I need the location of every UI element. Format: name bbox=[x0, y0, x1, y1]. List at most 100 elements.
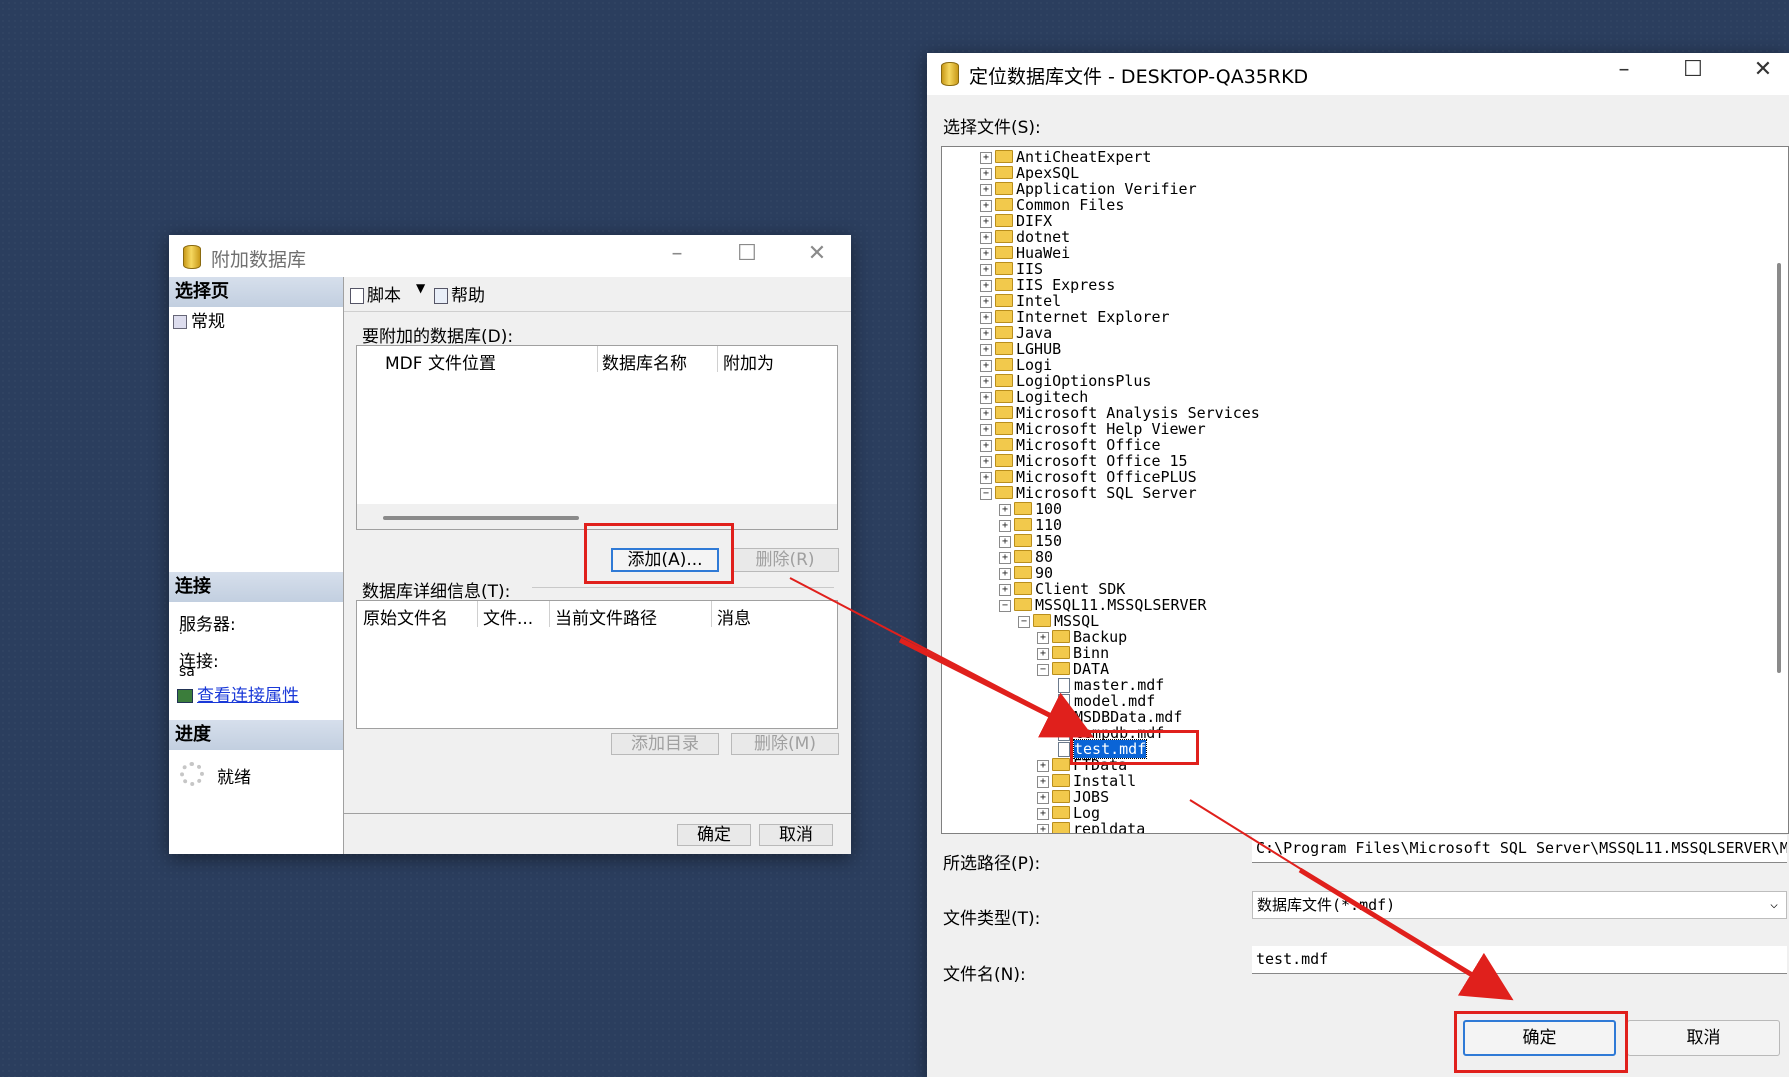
collapse-icon[interactable]: − bbox=[1037, 663, 1049, 676]
tree-folder-item[interactable]: + IIS bbox=[980, 261, 1043, 277]
expand-icon[interactable]: + bbox=[999, 583, 1011, 596]
tree-folder-item[interactable]: + Backup bbox=[1037, 629, 1127, 645]
tree-folder-item[interactable]: + HuaWei bbox=[980, 245, 1070, 261]
ok-button[interactable]: 确定 bbox=[677, 824, 751, 846]
collapse-icon[interactable]: − bbox=[999, 599, 1011, 612]
tree-folder-item[interactable]: + JOBS bbox=[1037, 789, 1109, 805]
expand-icon[interactable]: + bbox=[1037, 823, 1049, 833]
details-grid[interactable]: 原始文件名 文件... 当前文件路径 消息 bbox=[356, 600, 838, 729]
col-original-file-name[interactable]: 原始文件名 bbox=[363, 604, 448, 629]
maximize-icon[interactable]: ☐ bbox=[1673, 57, 1713, 82]
expand-icon[interactable]: + bbox=[980, 375, 992, 388]
script-button[interactable]: 脚本 bbox=[350, 281, 401, 306]
expand-icon[interactable]: + bbox=[980, 247, 992, 260]
expand-icon[interactable]: + bbox=[980, 263, 992, 276]
close-icon[interactable]: ✕ bbox=[797, 241, 837, 266]
attach-db-grid[interactable]: MDF 文件位置 数据库名称 附加为 bbox=[356, 345, 838, 530]
cancel-button[interactable]: 取消 bbox=[759, 824, 833, 846]
tree-folder-item[interactable]: + Microsoft Office bbox=[980, 437, 1161, 453]
tree-folder-item[interactable]: + Logitech bbox=[980, 389, 1088, 405]
remove-m-button[interactable]: 删除(M) bbox=[731, 733, 839, 755]
tree-folder-item[interactable]: + IIS Express bbox=[980, 277, 1115, 293]
scrollbar-thumb[interactable] bbox=[383, 516, 579, 520]
expand-icon[interactable]: + bbox=[980, 151, 992, 164]
tree-folder-item[interactable]: + LogiOptionsPlus bbox=[980, 373, 1151, 389]
script-dropdown-chevron-down-icon[interactable]: ▼ bbox=[416, 281, 425, 295]
expand-icon[interactable]: + bbox=[980, 455, 992, 468]
expand-icon[interactable]: + bbox=[1037, 807, 1049, 820]
expand-icon[interactable]: + bbox=[999, 535, 1011, 548]
tree-folder-item[interactable]: + Microsoft Help Viewer bbox=[980, 421, 1206, 437]
tree-folder-item[interactable]: − Microsoft SQL Server bbox=[980, 485, 1197, 501]
tree-folder-item[interactable]: + ApexSQL bbox=[980, 165, 1079, 181]
tree-folder-item[interactable]: + Java bbox=[980, 325, 1052, 341]
expand-icon[interactable]: + bbox=[980, 343, 992, 356]
help-button[interactable]: 帮助 bbox=[434, 281, 485, 306]
tree-folder-item[interactable]: + Common Files bbox=[980, 197, 1124, 213]
expand-icon[interactable]: + bbox=[1037, 647, 1049, 660]
col-current-file-path[interactable]: 当前文件路径 bbox=[555, 604, 657, 629]
expand-icon[interactable]: + bbox=[980, 199, 992, 212]
expand-icon[interactable]: + bbox=[980, 471, 992, 484]
tree-file-item[interactable]: master.mdf bbox=[1056, 677, 1164, 693]
tree-folder-item[interactable]: + Microsoft Analysis Services bbox=[980, 405, 1260, 421]
expand-icon[interactable]: + bbox=[980, 423, 992, 436]
minimize-icon[interactable]: – bbox=[1604, 57, 1644, 82]
tree-folder-item[interactable]: + Client SDK bbox=[999, 581, 1125, 597]
tree-folder-item[interactable]: + dotnet bbox=[980, 229, 1070, 245]
tree-folder-item[interactable]: + Microsoft OfficePLUS bbox=[980, 469, 1197, 485]
collapse-icon[interactable]: − bbox=[1018, 615, 1030, 628]
expand-icon[interactable]: + bbox=[1037, 631, 1049, 644]
tree-folder-item[interactable]: + repldata bbox=[1037, 821, 1145, 833]
tree-folder-item[interactable]: + Binn bbox=[1037, 645, 1109, 661]
remove-button[interactable]: 删除(R) bbox=[731, 548, 839, 572]
tree-folder-item[interactable]: +110 bbox=[999, 517, 1062, 533]
expand-icon[interactable]: + bbox=[980, 279, 992, 292]
tree-folder-item[interactable]: +150 bbox=[999, 533, 1062, 549]
expand-icon[interactable]: + bbox=[980, 215, 992, 228]
add-catalog-button[interactable]: 添加目录 bbox=[611, 733, 719, 755]
col-file-type[interactable]: 文件... bbox=[483, 604, 533, 629]
expand-icon[interactable]: + bbox=[980, 167, 992, 180]
tree-folder-item[interactable]: − MSSQL bbox=[1018, 613, 1099, 629]
expand-icon[interactable]: + bbox=[980, 183, 992, 196]
expand-icon[interactable]: + bbox=[1037, 759, 1049, 772]
tree-folder-item[interactable]: + Microsoft Office 15 bbox=[980, 453, 1188, 469]
maximize-icon[interactable]: ☐ bbox=[727, 241, 767, 266]
tree-folder-item[interactable]: + Log bbox=[1037, 805, 1100, 821]
tree-folder-item[interactable]: − MSSQL11.MSSQLSERVER bbox=[999, 597, 1207, 613]
expand-icon[interactable]: + bbox=[980, 359, 992, 372]
tree-folder-item[interactable]: +80 bbox=[999, 549, 1053, 565]
tree-folder-item[interactable]: + Application Verifier bbox=[980, 181, 1197, 197]
tree-folder-item[interactable]: + Internet Explorer bbox=[980, 309, 1170, 325]
expand-icon[interactable]: + bbox=[999, 519, 1011, 532]
tree-folder-item[interactable]: − DATA bbox=[1037, 661, 1109, 677]
view-connection-properties-link[interactable]: 查看连接属性 bbox=[177, 681, 299, 706]
locate-cancel-button[interactable]: 取消 bbox=[1627, 1020, 1780, 1056]
expand-icon[interactable]: + bbox=[999, 567, 1011, 580]
expand-icon[interactable]: + bbox=[980, 391, 992, 404]
col-mdf-location[interactable]: MDF 文件位置 bbox=[385, 349, 496, 374]
tree-file-item[interactable]: model.mdf bbox=[1056, 693, 1155, 709]
collapse-icon[interactable]: − bbox=[980, 487, 992, 500]
col-message[interactable]: 消息 bbox=[717, 604, 751, 629]
expand-icon[interactable]: + bbox=[999, 503, 1011, 516]
tree-folder-item[interactable]: + AntiCheatExpert bbox=[980, 149, 1151, 165]
tree-folder-item[interactable]: +100 bbox=[999, 501, 1062, 517]
expand-icon[interactable]: + bbox=[980, 407, 992, 420]
selected-path-field[interactable]: C:\Program Files\Microsoft SQL Server\MS… bbox=[1252, 835, 1787, 863]
tree-folder-item[interactable]: + DIFX bbox=[980, 213, 1052, 229]
col-attach-as[interactable]: 附加为 bbox=[723, 349, 774, 374]
minimize-icon[interactable]: – bbox=[657, 241, 697, 266]
tree-folder-item[interactable]: +90 bbox=[999, 565, 1053, 581]
expand-icon[interactable]: + bbox=[980, 295, 992, 308]
page-general[interactable]: 常规 bbox=[173, 307, 225, 332]
expand-icon[interactable]: + bbox=[999, 551, 1011, 564]
expand-icon[interactable]: + bbox=[980, 439, 992, 452]
expand-icon[interactable]: + bbox=[980, 311, 992, 324]
expand-icon[interactable]: + bbox=[1037, 791, 1049, 804]
close-icon[interactable]: ✕ bbox=[1743, 57, 1783, 82]
expand-icon[interactable]: + bbox=[980, 327, 992, 340]
scrollbar-thumb[interactable] bbox=[1777, 263, 1781, 673]
file-type-select[interactable]: 数据库文件(*.mdf) ⌵ bbox=[1252, 891, 1787, 919]
